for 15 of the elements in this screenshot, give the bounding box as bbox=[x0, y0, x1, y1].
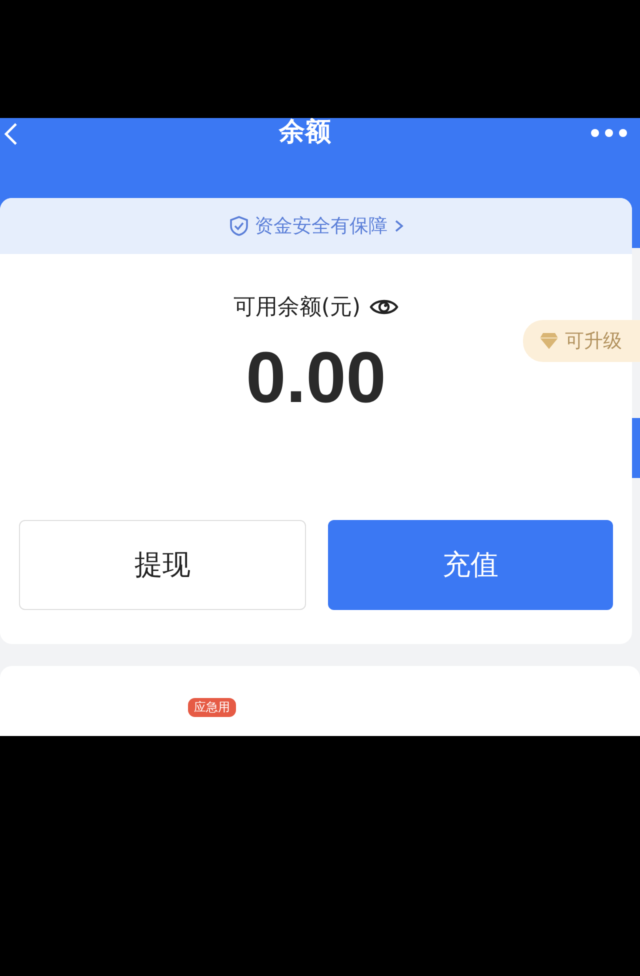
balance-amount: 0.00 bbox=[246, 337, 386, 420]
withdraw-button[interactable]: 提现 bbox=[19, 520, 306, 610]
diamond-icon bbox=[539, 332, 559, 350]
eye-icon[interactable] bbox=[368, 297, 399, 317]
tag-badge: 应急用 bbox=[188, 698, 236, 717]
chevron-icon bbox=[394, 219, 404, 233]
upgrade-badge[interactable]: 可升级 bbox=[523, 320, 640, 362]
scrollbar bbox=[632, 418, 640, 478]
security-banner[interactable]: 资金安全有保障 bbox=[0, 198, 632, 254]
recharge-button[interactable]: 充值 bbox=[328, 520, 613, 610]
more-button[interactable] bbox=[590, 126, 628, 136]
shield-icon bbox=[228, 215, 248, 237]
banner-text: 资金安全有保障 bbox=[254, 214, 388, 239]
balance-label: 可用余额(元) bbox=[233, 294, 361, 322]
upgrade-text: 可升级 bbox=[565, 329, 622, 354]
